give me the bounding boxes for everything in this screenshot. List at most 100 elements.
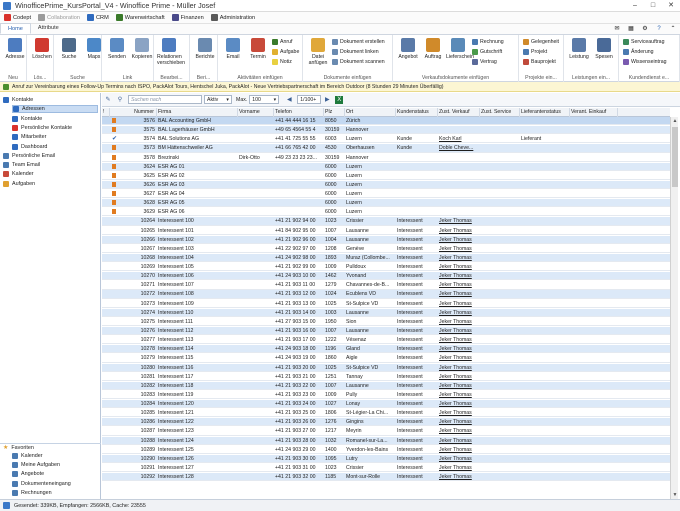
table-row[interactable]: 3629 ESR AG 06 6000 Luzern [102,208,670,217]
table-row[interactable]: 3625 ESR AG 02 6000 Luzern [102,172,670,180]
table-row[interactable]: 10266 Interessent 102 +41 21 902 96 00 1004… [102,235,670,244]
zust-verkauf-cell[interactable]: Jeker Thomas [438,327,480,335]
sidebar-item-dashboard[interactable]: Dashboard [12,143,98,151]
max-select[interactable]: 100 ▾ [249,95,280,104]
scroll-up-icon[interactable]: ▲ [671,117,679,125]
auftrag-button[interactable]: Auftrag [421,38,445,60]
table-row[interactable]: 10288 Interessent 124 +41 21 903 28 00 1032… [102,436,670,445]
column-header-kundenstatus-column[interactable]: Kundenstatus [396,108,438,117]
maximize-button[interactable]: □ [644,0,662,12]
table-row[interactable]: 10268 Interessent 104 +41 24 902 98 00 1893… [102,253,670,263]
column-header-lieferantenstatus-column[interactable]: Lieferantenstatus [520,108,570,117]
table-row[interactable]: 3576 BAL Accounting GmbH +41 44 444 16 15 8… [102,117,670,126]
wissenseintrag-button[interactable]: Wissenseintrag [623,59,666,65]
table-row[interactable]: 10285 Interessent 121 +41 21 903 25 00 1806… [102,409,670,418]
table-row[interactable]: 10283 Interessent 119 +41 21 903 23 00 1009… [102,391,670,400]
table-row[interactable]: 10278 Interessent 114 +41 24 903 18 00 1196… [102,345,670,354]
zust-verkauf-cell[interactable]: Jeker Thomas [438,281,480,289]
sidebar-item-kalender[interactable]: Kalender [3,170,98,178]
table-row[interactable]: 10291 Interessent 127 +41 21 903 31 00 1023… [102,464,670,473]
table-row[interactable]: 3573 BM Hättenschweiler AG +41 66 765 42 0… [102,144,670,153]
zust-verkauf-cell[interactable]: Jeker Thomas [438,373,480,381]
dokument-erstellen-button[interactable]: Dokument erstellen [332,39,385,45]
zust-verkauf-cell[interactable]: Koch Karl [438,135,480,143]
table-row[interactable]: 10270 Interessent 106 +41 24 903 10 00 1462… [102,272,670,281]
zust-verkauf-cell[interactable]: Jeker Thomas [438,309,480,317]
table-row[interactable]: 3578 Brezinski Dirk-Otto +49 23 23 23 23...… [102,154,670,162]
previous-page-icon[interactable]: ◀ [285,96,293,104]
angebot-button[interactable]: Angebot [396,38,420,60]
zust-verkauf-cell[interactable]: Jeker Thomas [438,418,480,426]
favorite-item-meine-aufgaben[interactable]: Meine Aufgaben [12,461,60,469]
table-row[interactable]: 10277 Interessent 113 +41 21 903 17 00 1222… [102,336,670,345]
gutschrift-button[interactable]: Gutschrift [472,49,502,55]
calendar-icon[interactable]: ▦ [627,25,635,33]
zust-verkauf-cell[interactable]: Jeker Thomas [438,263,480,271]
notiz-button[interactable]: Notiz [272,59,292,65]
module-warenwirtschaft[interactable]: Warenwirtschaft [115,14,165,21]
projekt-button[interactable]: Projekt [523,49,547,55]
table-row[interactable]: 3575 BAL Lagerhäuser GmbH +49 65 4564 55 4… [102,126,670,135]
leistung-button[interactable]: Leistung [567,38,591,60]
relationen-verschieben-button[interactable]: Relationen verschieben [157,38,185,66]
table-row[interactable]: 10287 Interessent 123 +41 21 903 27 00 1217… [102,427,670,436]
termin-button[interactable]: Termin [246,38,270,60]
gelegenheit-button[interactable]: Gelegenheit [523,39,559,45]
table-row[interactable]: 10279 Interessent 115 +41 24 903 19 00 1860… [102,354,670,363]
module-collaboration[interactable]: Collaboration [38,14,80,21]
zust-verkauf-cell[interactable]: Jeker Thomas [438,300,480,308]
filter-select[interactable]: Aktiv ▾ [204,95,232,104]
sidebar-item-kontakte[interactable]: Kontakte [3,96,98,104]
anderung-button[interactable]: Änderung [623,49,654,55]
scroll-thumb[interactable] [672,127,678,187]
zust-verkauf-cell[interactable]: Jeker Thomas [438,391,480,399]
table-row[interactable]: 3628 ESR AG 05 6000 Luzern [102,199,670,208]
favorites-header[interactable]: ★ Favoriten [0,443,101,451]
sidebar-item-adressen[interactable]: Adressen [12,105,98,114]
tab-home[interactable]: Home [0,23,31,34]
next-page-icon[interactable]: ▶ [323,96,331,104]
zust-verkauf-cell[interactable]: Jeker Thomas [438,437,480,445]
vertical-scrollbar[interactable]: ▲ ▼ [670,117,678,499]
zust-verkauf-cell[interactable]: Jeker Thomas [438,354,480,362]
zust-verkauf-cell[interactable]: Jeker Thomas [438,227,480,235]
module-codept[interactable]: Codept [4,14,31,21]
berichte-button[interactable]: Berichte [193,38,217,60]
table-row[interactable]: 10280 Interessent 116 +41 21 903 20 00 1025… [102,363,670,372]
zust-verkauf-cell[interactable]: Jeker Thomas [438,245,480,253]
lieferschein-button[interactable]: Lieferschein [446,38,474,60]
zust-verkauf-cell[interactable]: Jeker Thomas [438,290,480,298]
tab-attribute[interactable]: Attribute [31,23,66,34]
favorite-item-angebote[interactable]: Angebote [12,470,44,478]
table-row[interactable]: 10273 Interessent 109 +41 21 903 13 00 1025… [102,300,670,308]
spesen-button[interactable]: Spesen [592,38,616,60]
zust-verkauf-cell[interactable]: Jeker Thomas [438,272,480,280]
bauprojekt-button[interactable]: Bauprojekt [523,59,556,65]
column-header-ort-column[interactable]: Ort [345,108,396,117]
settings-icon[interactable]: ⚙ [641,25,649,33]
table-row[interactable]: 10282 Interessent 118 +41 21 903 22 00 1007… [102,381,670,390]
sidebar-item-mitarbeiter[interactable]: Mitarbeiter [12,133,98,141]
module-administration[interactable]: Administration [210,14,255,21]
sidebar-item-team-email[interactable]: Team Email [3,161,98,169]
excel-export-icon[interactable]: X [335,95,344,104]
edit-icon[interactable]: ✎ [104,96,112,104]
zust-verkauf-cell[interactable]: Jeker Thomas [438,217,480,225]
sidebar-item-aufgaben[interactable]: Aufgaben [3,180,98,188]
zust-verkauf-cell[interactable]: Jeker Thomas [438,455,480,463]
vertrag-button[interactable]: Vertrag [472,59,497,65]
serviceauftrag-button[interactable]: Serviceauftrag [623,39,664,45]
table-row[interactable]: 10267 Interessent 103 +41 22 902 97 00 1208… [102,245,670,253]
zust-verkauf-cell[interactable]: Jeker Thomas [438,446,480,454]
aufgabe-button[interactable]: Aufgabe [272,49,299,55]
favorite-item-dokumenteneingang[interactable]: Dokumenteneingang [12,480,71,488]
table-row[interactable]: 3627 ESR AG 04 6000 Luzern [102,190,670,199]
zust-verkauf-cell[interactable]: Jeker Thomas [438,400,480,408]
table-row[interactable]: 10269 Interessent 105 +41 21 902 99 00 1009… [102,263,670,272]
zust-verkauf-cell[interactable]: Jeker Thomas [438,318,480,326]
table-row[interactable]: 10292 Interessent 128 +41 21 903 32 00 1185… [102,473,670,482]
email-button[interactable]: Email [221,38,245,60]
zust-verkauf-cell[interactable]: Jeker Thomas [438,345,480,353]
pager-field[interactable]: 1/100+ [297,95,322,104]
sidebar-item-personliche-kontakte[interactable]: Persönliche Kontakte [12,124,98,132]
